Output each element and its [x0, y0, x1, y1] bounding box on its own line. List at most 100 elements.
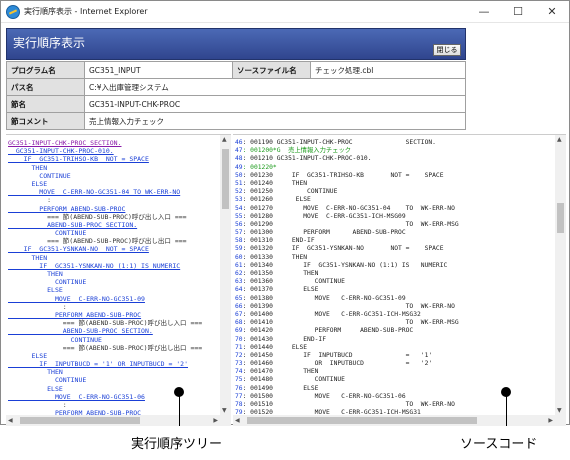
tree-node[interactable]: ABEND-SUB-PROC SECTION.: [8, 327, 219, 335]
tree-node[interactable]: MOVE C-ERR-NO-GC351-09: [8, 295, 219, 303]
source-code-text: : 001260 ELSE: [242, 196, 311, 204]
line-number: 69: [235, 327, 243, 335]
source-vertical-scroll-thumb[interactable]: [557, 203, 564, 233]
source-line: 49: 001220*: [235, 164, 554, 172]
source-line: 53: 001260 ELSE: [235, 196, 554, 204]
source-caption: ソースコード: [460, 437, 538, 452]
tree-node: :: [8, 401, 67, 409]
line-number: 54: [235, 204, 243, 212]
scroll-up-arrow-icon[interactable]: ▲: [222, 136, 227, 143]
tree-node: THEN: [8, 368, 63, 377]
scroll-right-arrow-icon[interactable]: ▶: [213, 417, 218, 424]
tree-node[interactable]: GC351-INPUT-CHK-PROC-010.: [8, 147, 219, 155]
source-code-text: : 001400 MOVE C-ERR-GC351-ICH-MSG32: [242, 310, 421, 318]
tree-node: ELSE: [8, 286, 63, 295]
source-file-value: チェック処理.cbl: [310, 61, 466, 79]
tree-node[interactable]: GC351-INPUT-CHK-PROC SECTION.: [8, 139, 219, 147]
comment-value: 売上情報入力チェック: [84, 112, 466, 130]
tree-node: THEN: [8, 253, 48, 262]
tree-node[interactable]: PERFORM ABEND-SUB-PROC: [8, 311, 219, 319]
info-row-section: 節名 GC351-INPUT-CHK-PROC: [6, 95, 466, 113]
source-lines: 46: 001190 GC351-INPUT-CHK-PROC SECTION.…: [235, 139, 554, 426]
tree-node: CONTINUE: [8, 335, 102, 344]
tree-node: === 節(ABEND-SUB-PROC)呼び出し入口 ===: [8, 212, 187, 221]
tree-node[interactable]: MOVE C-ERR-NO-GC351-04 TO WK-ERR-NO: [8, 188, 219, 196]
info-row-program: プログラム名 GC351_INPUT ソースファイル名 チェック処理.cbl: [6, 61, 466, 79]
line-number: 52: [235, 188, 243, 196]
line-number: 57: [235, 229, 243, 237]
source-code-text: : 001220*: [242, 163, 277, 171]
internet-explorer-icon: [6, 4, 20, 19]
source-line: 69: 001420 PERFORM ABEND-SUB-PROC: [235, 327, 554, 335]
browser-window: 実行順序表示 - Internet Explorer — ☐ ✕ 実行順序表示 …: [0, 0, 570, 426]
close-window-button[interactable]: ✕: [535, 1, 569, 23]
tree-node: :: [8, 196, 52, 205]
source-callout-line: [506, 392, 507, 426]
maximize-button[interactable]: ☐: [501, 1, 535, 23]
source-code-text: : 001490 ELSE: [242, 384, 319, 392]
scroll-up-arrow-icon[interactable]: ▲: [557, 136, 562, 143]
source-line: 50: 001230 IF GC351-TRIHSO-KB NOT = SPAC…: [235, 172, 554, 180]
line-number: 77: [235, 392, 243, 400]
program-value: GC351_INPUT: [84, 61, 233, 79]
tree-node[interactable]: IF GC351-YSNKAN-NO NOT = SPACE: [8, 245, 219, 253]
line-number: 76: [235, 384, 243, 392]
tree-node[interactable]: ABEND-SUB-PROC SECTION.: [8, 221, 219, 229]
source-line: 71: 001440 ELSE: [235, 344, 554, 352]
tree-node[interactable]: IF INPUTBUCD = '1' OR INPUTBUCD = '2': [8, 360, 219, 368]
tree-horizontal-scroll-thumb[interactable]: [20, 417, 140, 424]
source-code-text: : 001350 THEN: [242, 270, 319, 277]
tree-node: === 節(ABEND-SUB-PROC)呼び出し入口 ===: [8, 319, 203, 328]
source-line: 56: 001290 TO WK-ERR-MSG: [235, 221, 554, 229]
tree-node[interactable]: PERFORM ABEND-SUB-PROC: [8, 205, 219, 213]
source-vertical-scrollbar[interactable]: ▲ ▼: [555, 135, 566, 415]
line-number: 53: [235, 196, 243, 204]
line-number: 66: [235, 302, 243, 310]
tree-vertical-scrollbar[interactable]: ▲ ▼: [220, 135, 231, 415]
scroll-down-arrow-icon[interactable]: ▼: [557, 407, 562, 414]
scroll-left-arrow-icon[interactable]: ◀: [8, 417, 13, 424]
line-number: 64: [235, 286, 243, 294]
source-code-text: : 001460 OR INPUTBUCD = '2': [242, 360, 433, 368]
execution-order-tree-pane[interactable]: GC351-INPUT-CHK-PROC SECTION. GC351-INPU…: [6, 134, 231, 426]
source-line: 63: 001360 CONTINUE: [235, 278, 554, 286]
tree-node: THEN: [8, 163, 48, 172]
line-number: 62: [235, 270, 243, 277]
source-code-text: : 001510 TO WK-ERR-NO: [242, 401, 455, 408]
source-code-text: : 001300 PERFORM ABEND-SUB-PROC: [242, 229, 406, 237]
tree-vertical-scroll-thumb[interactable]: [222, 149, 229, 209]
tree-horizontal-scrollbar[interactable]: ◀ ▶: [6, 415, 220, 426]
line-number: 70: [235, 335, 243, 343]
source-line: 70: 001430 END-IF: [235, 336, 554, 344]
minimize-button[interactable]: —: [467, 1, 501, 23]
source-code-text: : 001230 IF GC351-TRIHSO-KB NOT = SPACE: [242, 171, 444, 179]
line-number: 75: [235, 376, 243, 384]
line-number: 68: [235, 319, 243, 327]
info-row-comment: 節コメント 売上情報入力チェック: [6, 112, 466, 130]
scroll-left-arrow-icon[interactable]: ◀: [235, 417, 240, 424]
section-label: 節名: [6, 95, 85, 113]
source-code-text: : 001380 MOVE C-ERR-NO-GC351-09: [242, 294, 406, 302]
tree-node[interactable]: IF GC351-YSNKAN-NO (1:1) IS NUMERIC: [8, 262, 219, 270]
info-table: プログラム名 GC351_INPUT ソースファイル名 チェック処理.cbl パ…: [6, 61, 466, 130]
line-number: 61: [235, 261, 243, 269]
source-code-text: : 001280 MOVE C-ERR-GC351-ICH-MSG09: [242, 212, 406, 220]
title-bar: 実行順序表示 - Internet Explorer — ☐ ✕: [1, 1, 569, 23]
close-page-button[interactable]: 閉じる: [433, 44, 461, 56]
tree-node[interactable]: IF GC351-TRIHSO-KB NOT = SPACE: [8, 155, 219, 163]
source-code-pane[interactable]: 46: 001190 GC351-INPUT-CHK-PROC SECTION.…: [233, 134, 566, 426]
source-code-text: : 001430 END-IF: [242, 335, 326, 343]
tree-node[interactable]: MOVE C-ERR-NO-GC351-06: [8, 393, 219, 401]
source-line: 52: 001250 CONTINUE: [235, 188, 554, 196]
source-line: 55: 001280 MOVE C-ERR-GC351-ICH-MSG09: [235, 213, 554, 221]
source-line: 72: 001450 IF INPUTBUCD = '1': [235, 352, 554, 360]
scroll-corner: [555, 415, 566, 426]
scroll-right-arrow-icon[interactable]: ▶: [548, 417, 553, 424]
source-horizontal-scroll-thumb[interactable]: [247, 417, 477, 424]
window-title: 実行順序表示 - Internet Explorer: [24, 7, 148, 16]
source-code-text: : 001450 IF INPUTBUCD = '1': [242, 351, 433, 359]
source-code-text: : 001310 END-IF: [242, 237, 315, 245]
source-code-text: : 001410 TO WK-ERR-MSG: [242, 319, 459, 327]
scroll-down-arrow-icon[interactable]: ▼: [222, 407, 227, 414]
line-number: 49: [235, 163, 243, 171]
